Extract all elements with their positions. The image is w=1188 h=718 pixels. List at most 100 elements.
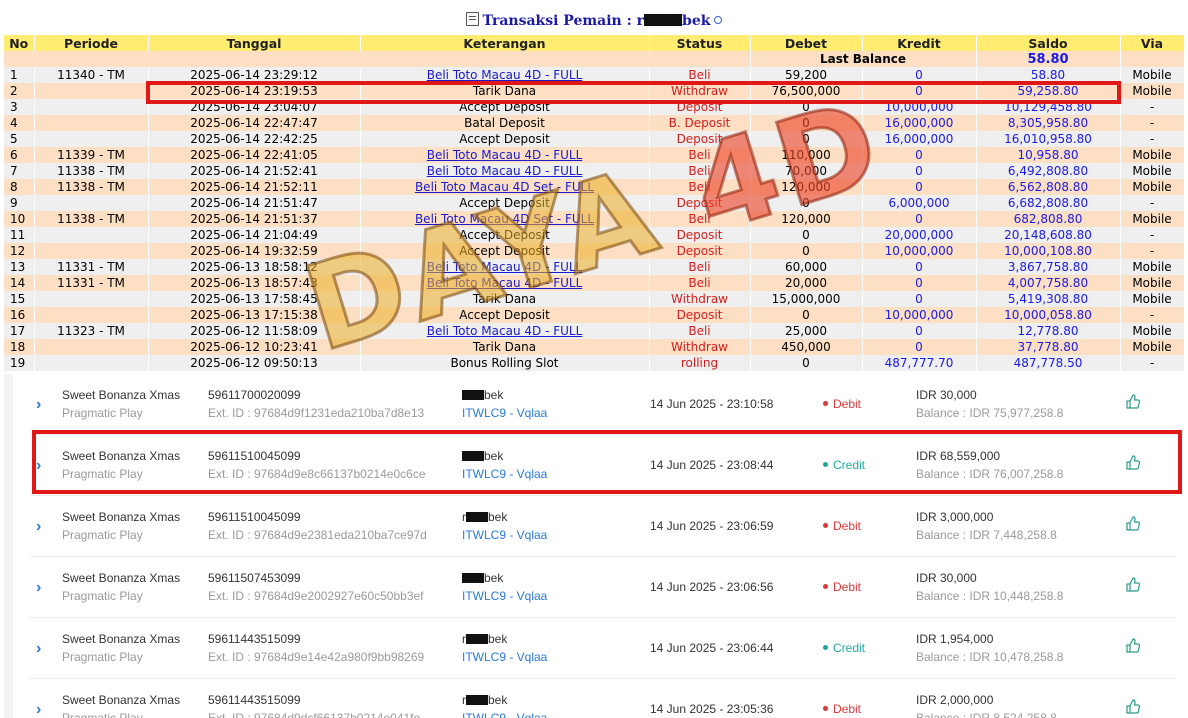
- thumbs-up-icon[interactable]: [1126, 577, 1141, 595]
- account-link[interactable]: ITWLC9 - Vqlaa: [462, 650, 547, 664]
- col-header[interactable]: Via: [1120, 35, 1185, 51]
- chevron-right-icon[interactable]: ›: [36, 640, 41, 658]
- cell-saldo: 6,682,808.80: [976, 195, 1121, 211]
- table-row: 15 2025-06-13 17:58:45 Tarik Dana Withdraw 1…: [4, 291, 1185, 307]
- account-link[interactable]: ITWLC9 - Vqlaa: [462, 711, 547, 718]
- chevron-right-icon[interactable]: ›: [36, 396, 41, 414]
- cell-keterangan: Tarik Dana: [360, 339, 650, 355]
- transaction-id: 59611507453099: [208, 571, 301, 585]
- account-link[interactable]: ITWLC9 - Vqlaa: [462, 406, 547, 420]
- cell-via: -: [1120, 115, 1185, 131]
- cell-debet: 0: [750, 131, 863, 147]
- username-part: bek: [484, 449, 504, 463]
- chevron-right-icon[interactable]: ›: [36, 579, 41, 597]
- transaction-table: No Periode Tanggal Keterangan Status Deb…: [4, 35, 1185, 371]
- thumbs-up-icon[interactable]: [1126, 394, 1141, 412]
- col-header[interactable]: Debet: [750, 35, 863, 51]
- cell-status: Deposit: [649, 131, 751, 147]
- last-balance-value: 58.80: [976, 51, 1121, 67]
- amount: IDR 3,000,000: [916, 510, 994, 524]
- cell-keterangan: Tarik Dana: [360, 83, 650, 99]
- account-link[interactable]: ITWLC9 - Vqlaa: [462, 528, 547, 542]
- col-header[interactable]: Periode: [34, 35, 149, 51]
- cell-saldo: 37,778.80: [976, 339, 1121, 355]
- external-id: Ext. ID : 97684d9e2381eda210ba7ce97d: [208, 528, 427, 542]
- table-row: 2 2025-06-14 23:19:53 Tarik Dana Withdraw 76…: [4, 83, 1185, 99]
- chevron-right-icon[interactable]: ›: [36, 457, 41, 475]
- cell-saldo: 10,129,458.80: [976, 99, 1121, 115]
- cell-status: Deposit: [649, 195, 751, 211]
- cell-no: 13: [4, 259, 35, 275]
- thumbs-up-icon[interactable]: [1126, 638, 1141, 656]
- cell-keterangan: Accept Deposit: [360, 99, 650, 115]
- cell-tanggal: 2025-06-14 22:47:47: [148, 115, 361, 131]
- bet-link[interactable]: Beli Toto Macau 4D - FULL: [427, 324, 583, 338]
- col-header[interactable]: Tanggal: [148, 35, 361, 51]
- list-item[interactable]: › Sweet Bonanza Xmas Pragmatic Play 5961151…: [30, 496, 1176, 557]
- thumbs-up-icon[interactable]: [1126, 455, 1141, 473]
- cell-periode: [34, 83, 149, 99]
- bet-link[interactable]: Beli Toto Macau 4D - FULL: [427, 148, 583, 162]
- cell-keterangan: Accept Deposit: [360, 227, 650, 243]
- status-dot-icon: [823, 706, 828, 711]
- bet-link[interactable]: Beli Toto Macau 4D - FULL: [427, 276, 583, 290]
- bet-link[interactable]: Beli Toto Macau 4D - FULL: [427, 68, 583, 82]
- transaction-type-badge: Credit: [823, 458, 865, 472]
- cell-kredit: 10,000,000: [862, 307, 977, 323]
- cell-status: Beli: [649, 163, 751, 179]
- cell-tanggal: 2025-06-14 22:41:05: [148, 147, 361, 163]
- list-item[interactable]: › Sweet Bonanza Xmas Pragmatic Play 5961170…: [30, 374, 1176, 435]
- username-part: bek: [488, 693, 508, 707]
- col-header[interactable]: Kredit: [862, 35, 977, 51]
- transaction-type-badge: Debit: [823, 580, 861, 594]
- cell-saldo: 5,419,308.80: [976, 291, 1121, 307]
- col-header[interactable]: Keterangan: [360, 35, 650, 51]
- cell-kredit: 0: [862, 323, 977, 339]
- chevron-right-icon[interactable]: ›: [36, 701, 41, 718]
- balance: Balance : IDR 10,448,258.8: [916, 589, 1064, 603]
- cell-saldo: 10,000,058.80: [976, 307, 1121, 323]
- bet-link[interactable]: Beli Toto Macau 4D Set - FULL: [415, 180, 594, 194]
- list-item[interactable]: › Sweet Bonanza Xmas Pragmatic Play 5961151…: [30, 435, 1176, 496]
- external-id: Ext. ID : 97684d9e8c66137b0214e0c6ce: [208, 467, 426, 481]
- cell-debet: 0: [750, 355, 863, 371]
- cell-kredit: 16,000,000: [862, 131, 977, 147]
- external-id: Ext. ID : 97684d9dcf66137b0214e041fe: [208, 711, 421, 718]
- col-header[interactable]: Status: [649, 35, 751, 51]
- cell-kredit: 20,000,000: [862, 227, 977, 243]
- list-item[interactable]: › Sweet Bonanza Xmas Pragmatic Play 5961150…: [30, 557, 1176, 618]
- transaction-type-badge: Debit: [823, 519, 861, 533]
- transaction-id: 59611443515099: [208, 632, 301, 646]
- cell-saldo: 6,492,808.80: [976, 163, 1121, 179]
- bet-link[interactable]: Beli Toto Macau 4D - FULL: [427, 164, 583, 178]
- cell-periode: [34, 339, 149, 355]
- list-item[interactable]: › Sweet Bonanza Xmas Pragmatic Play 5961144…: [30, 618, 1176, 679]
- provider-name: Pragmatic Play: [62, 711, 143, 718]
- list-item[interactable]: › Sweet Bonanza Xmas Pragmatic Play 5961144…: [30, 679, 1176, 718]
- cell-tanggal: 2025-06-14 21:52:41: [148, 163, 361, 179]
- thumbs-up-icon[interactable]: [1126, 516, 1141, 534]
- document-icon: [465, 12, 479, 26]
- account-link[interactable]: ITWLC9 - Vqlaa: [462, 467, 547, 481]
- cell-tanggal: 2025-06-14 21:04:49: [148, 227, 361, 243]
- game-name: Sweet Bonanza Xmas: [62, 571, 181, 585]
- cell-keterangan: Accept Deposit: [360, 195, 650, 211]
- cell-saldo: 10,000,108.80: [976, 243, 1121, 259]
- col-header[interactable]: No: [4, 35, 35, 51]
- cell-periode: [34, 355, 149, 371]
- account-link[interactable]: ITWLC9 - Vqlaa: [462, 589, 547, 603]
- cell-debet: 0: [750, 115, 863, 131]
- game-transaction-list: › Sweet Bonanza Xmas Pragmatic Play 5961170…: [4, 374, 1184, 718]
- cell-via: Mobile: [1120, 163, 1185, 179]
- thumbs-up-icon[interactable]: [1126, 699, 1141, 717]
- info-icon[interactable]: [714, 16, 723, 24]
- cell-via: Mobile: [1120, 291, 1185, 307]
- cell-via: Mobile: [1120, 83, 1185, 99]
- cell-tanggal: 2025-06-14 19:32:59: [148, 243, 361, 259]
- bet-link[interactable]: Beli Toto Macau 4D - FULL: [427, 260, 583, 274]
- col-header[interactable]: Saldo: [976, 35, 1121, 51]
- chevron-right-icon[interactable]: ›: [36, 518, 41, 536]
- cell-tanggal: 2025-06-12 10:23:41: [148, 339, 361, 355]
- bet-link[interactable]: Beli Toto Macau 4D Set - FULL: [415, 212, 594, 226]
- cell-saldo: 682,808.80: [976, 211, 1121, 227]
